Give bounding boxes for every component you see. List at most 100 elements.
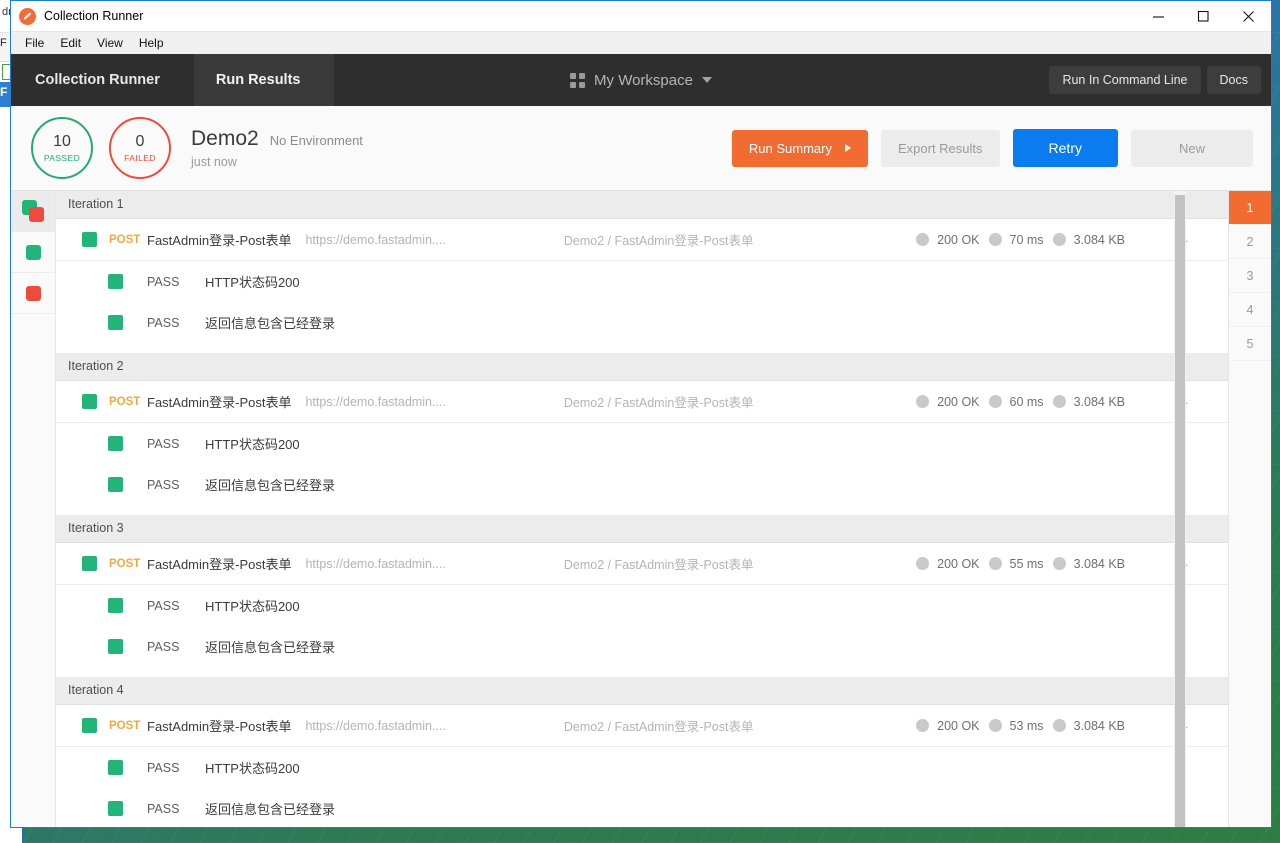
- request-status-square-icon: [82, 718, 97, 733]
- response-time: 70 ms: [1009, 232, 1044, 247]
- request-status-square-icon: [82, 232, 97, 247]
- results-scrollbar[interactable]: [1174, 191, 1186, 827]
- run-summary-bar: 10 PASSED 0 FAILED Demo2 No Environment …: [11, 106, 1271, 191]
- filter-all-results[interactable]: [11, 191, 55, 232]
- menu-help[interactable]: Help: [131, 34, 172, 52]
- menu-view[interactable]: View: [89, 34, 131, 52]
- run-in-command-line-button[interactable]: Run In Command Line: [1049, 66, 1201, 94]
- filter-passed[interactable]: [11, 232, 55, 273]
- request-method: POST: [109, 233, 141, 246]
- request-method: POST: [109, 719, 141, 732]
- request-name: FastAdmin登录-Post表单: [147, 557, 292, 572]
- response-size: 3.084 KB: [1073, 394, 1125, 409]
- workspace-label: My Workspace: [594, 71, 693, 89]
- iteration-nav-2[interactable]: 2: [1229, 225, 1271, 259]
- test-row: PASS 返回信息包含已经登录: [56, 626, 1228, 667]
- run-collection-name: Demo2: [191, 127, 259, 150]
- metric-status: 200 OK: [916, 232, 980, 247]
- request-metrics: 200 OK 70 ms 3.084 KB: [916, 233, 1218, 247]
- menu-edit[interactable]: Edit: [52, 34, 89, 52]
- maximize-icon[interactable]: [1181, 1, 1226, 31]
- test-row: PASS HTTP状态码200: [56, 585, 1228, 626]
- request-name: FastAdmin登录-Post表单: [147, 395, 292, 410]
- request-row[interactable]: POST FastAdmin登录-Post表单 https://demo.fasta…: [56, 543, 1228, 585]
- title-bar: Collection Runner: [11, 1, 1271, 31]
- iteration-header: Iteration 1: [56, 191, 1228, 219]
- request-name: FastAdmin登录-Post表单: [147, 233, 292, 248]
- passed-count: 10: [53, 132, 71, 150]
- request-status-square-icon: [82, 394, 97, 409]
- summary-actions: Run Summary Export Results Retry New: [731, 129, 1253, 167]
- test-row: PASS HTTP状态码200: [56, 747, 1228, 788]
- export-results-button[interactable]: Export Results: [880, 129, 1000, 167]
- failed-label: FAILED: [124, 152, 156, 163]
- new-button[interactable]: New: [1130, 129, 1253, 167]
- request-metrics: 200 OK 60 ms 3.084 KB: [916, 395, 1218, 409]
- tab-run-results[interactable]: Run Results: [193, 54, 336, 106]
- run-timestamp: just now: [191, 155, 237, 169]
- stacked-squares-icon: [22, 200, 44, 222]
- close-icon[interactable]: [1226, 1, 1271, 31]
- passed-label: PASSED: [43, 152, 81, 163]
- results-list[interactable]: Iteration 1 POST FastAdmin登录-Post表单 https:/…: [56, 191, 1228, 827]
- test-pass-square-icon: [108, 760, 123, 775]
- metric-status: 200 OK: [916, 718, 980, 733]
- run-environment: No Environment: [269, 133, 363, 148]
- minimize-icon[interactable]: [1136, 1, 1181, 31]
- docs-button[interactable]: Docs: [1206, 66, 1261, 94]
- test-name: 返回信息包含已经登录: [205, 640, 336, 655]
- test-results-block: PASS HTTP状态码200 PASS 返回信息包含已经登录: [56, 585, 1228, 677]
- status-code: 200 OK: [937, 718, 980, 733]
- request-row[interactable]: POST FastAdmin登录-Post表单 https://demo.fasta…: [56, 219, 1228, 261]
- status-dot-icon: [916, 719, 930, 732]
- tab-chevron-icon: [168, 54, 195, 106]
- response-time: 55 ms: [1009, 556, 1044, 571]
- scrollbar-thumb[interactable]: [1175, 195, 1185, 827]
- request-status-square-icon: [82, 556, 97, 571]
- metric-size: 3.084 KB: [1052, 394, 1125, 409]
- test-name: 返回信息包含已经登录: [205, 316, 336, 331]
- iteration-nav-1[interactable]: 1: [1229, 191, 1271, 225]
- retry-button[interactable]: Retry: [1012, 129, 1118, 167]
- metric-status: 200 OK: [916, 556, 980, 571]
- iteration-nav-5[interactable]: 5: [1229, 327, 1271, 361]
- postman-icon: [19, 7, 36, 25]
- tab-run-results-label: Run Results: [215, 72, 301, 88]
- request-url: https://demo.fastadmin....: [305, 718, 446, 733]
- workspace-selector[interactable]: My Workspace: [570, 54, 712, 106]
- nav-tabs: Collection Runner Run Results: [11, 54, 336, 106]
- request-url: https://demo.fastadmin....: [305, 394, 446, 409]
- test-name: 返回信息包含已经登录: [205, 478, 336, 493]
- menu-bar: File Edit View Help: [11, 31, 1271, 54]
- iteration-nav-4[interactable]: 4: [1229, 293, 1271, 327]
- tab-collection-runner[interactable]: Collection Runner: [11, 54, 195, 106]
- response-time: 60 ms: [1009, 394, 1044, 409]
- time-dot-icon: [988, 719, 1002, 732]
- failed-count: 0: [135, 132, 145, 150]
- response-size: 3.084 KB: [1073, 232, 1125, 247]
- test-status: PASS: [147, 801, 180, 816]
- test-pass-square-icon: [108, 639, 123, 654]
- test-row: PASS 返回信息包含已经登录: [56, 788, 1228, 827]
- test-status: PASS: [147, 315, 180, 330]
- metric-size: 3.084 KB: [1052, 719, 1125, 733]
- time-dot-icon: [988, 557, 1002, 570]
- iteration-header: Iteration 3: [56, 515, 1228, 543]
- response-time: 53 ms: [1009, 718, 1044, 733]
- request-path: Demo2 / FastAdmin登录-Post表单: [563, 396, 754, 410]
- filter-failed[interactable]: [11, 273, 55, 314]
- test-results-block: PASS HTTP状态码200 PASS 返回信息包含已经登录: [56, 423, 1228, 515]
- request-method: POST: [109, 557, 141, 570]
- request-row[interactable]: POST FastAdmin登录-Post表单 https://demo.fasta…: [56, 381, 1228, 423]
- test-name: HTTP状态码200: [205, 275, 300, 290]
- size-dot-icon: [1052, 233, 1066, 246]
- test-pass-square-icon: [108, 477, 123, 492]
- run-summary-button[interactable]: Run Summary: [731, 129, 868, 167]
- request-row[interactable]: POST FastAdmin登录-Post表单 https://demo.fasta…: [56, 705, 1228, 747]
- status-code: 200 OK: [937, 556, 980, 571]
- grid-icon: [570, 72, 586, 88]
- menu-file[interactable]: File: [17, 34, 52, 52]
- status-code: 200 OK: [937, 232, 980, 247]
- status-dot-icon: [916, 557, 930, 570]
- iteration-nav-3[interactable]: 3: [1229, 259, 1271, 293]
